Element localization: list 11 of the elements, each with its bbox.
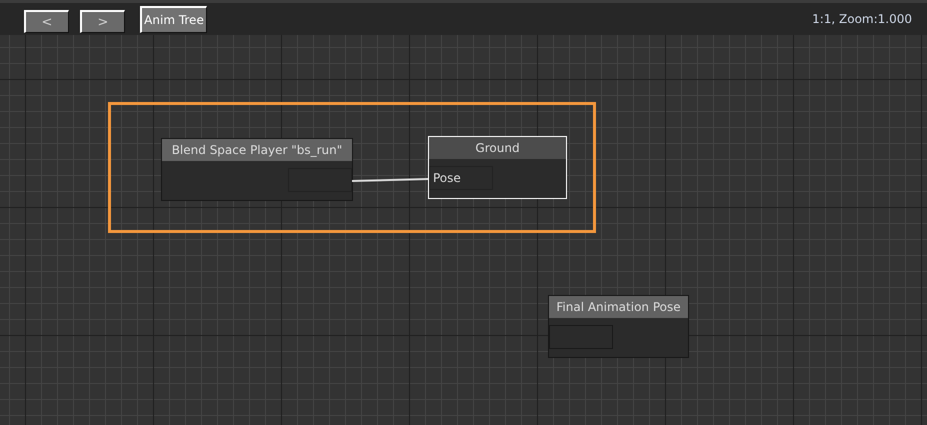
node-title: Ground	[429, 137, 566, 159]
anim-tree-button[interactable]: Anim Tree	[140, 6, 207, 33]
node-title: Blend Space Player "bs_run"	[162, 139, 352, 161]
input-socket[interactable]: Pose	[429, 166, 493, 190]
graph-node[interactable]: Ground Pose	[428, 136, 567, 199]
output-socket[interactable]	[288, 168, 352, 192]
graph-node[interactable]: Final Animation Pose	[548, 295, 689, 358]
graph-node[interactable]: Blend Space Player "bs_run"	[161, 138, 353, 201]
node-title: Final Animation Pose	[549, 296, 688, 318]
zoom-label: 1:1, Zoom:1.000	[812, 12, 912, 26]
input-socket[interactable]	[549, 325, 613, 349]
